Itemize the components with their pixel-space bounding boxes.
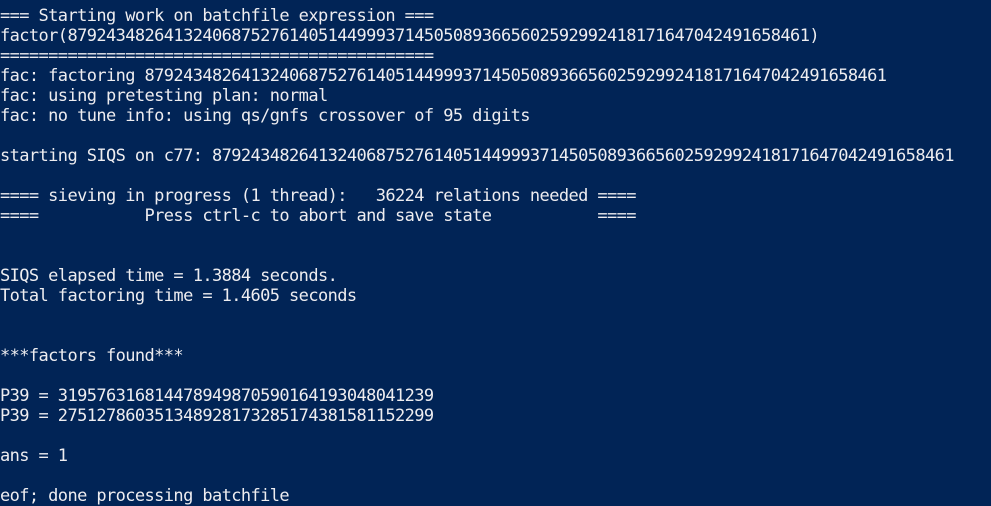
console-line-fac-factoring: fac: factoring 8792434826413240687527614… [0, 66, 887, 86]
console-line-factor-p39-1: P39 = 3195763168144789498705901641930480… [0, 386, 434, 406]
console-line-separator: ========================================… [0, 46, 434, 66]
console-line-header: === Starting work on batchfile expressio… [0, 6, 434, 26]
console-line-fac-plan: fac: using pretesting plan: normal [0, 86, 328, 106]
console-line-siqs-elapsed: SIQS elapsed time = 1.3884 seconds. [0, 266, 338, 286]
console-line-total-time: Total factoring time = 1.4605 seconds [0, 286, 357, 306]
console-line-factor-p39-2: P39 = 2751278603513489281732851743815811… [0, 406, 434, 426]
console-line-factor-command: factor(879243482641324068752761405144999… [0, 26, 820, 46]
console-line-sieving-progress: ==== sieving in progress (1 thread): 362… [0, 186, 637, 206]
console-line-ans: ans = 1 [0, 446, 68, 466]
console-window[interactable]: === Starting work on batchfile expressio… [0, 0, 991, 506]
console-line-fac-tune: fac: no tune info: using qs/gnfs crossov… [0, 106, 531, 126]
console-line-eof: eof; done processing batchfile [0, 486, 290, 506]
console-line-siqs-start: starting SIQS on c77: 879243482641324068… [0, 146, 954, 166]
console-line-factors-found: ***factors found*** [0, 346, 184, 366]
console-line-abort-hint: ==== Press ctrl-c to abort and save stat… [0, 206, 637, 226]
